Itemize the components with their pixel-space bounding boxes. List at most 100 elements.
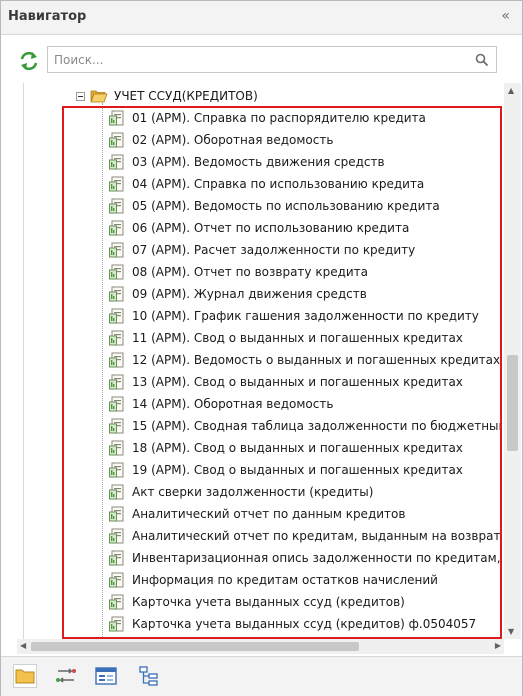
- tree-items: 01 (АРМ). Справка по распорядителю креди…: [108, 107, 502, 635]
- tree-item-label: Информация по кредитам остатков начислен…: [132, 573, 438, 587]
- report-icon: [108, 131, 126, 149]
- tree-item[interactable]: 08 (АРМ). Отчет по возврату кредита: [108, 261, 502, 283]
- tree-item-label: Акт сверки задолженности (кредиты): [132, 485, 374, 499]
- tree-guide-line: [102, 103, 103, 639]
- tree-item-label: 06 (АРМ). Отчет по использованию кредита: [132, 221, 410, 235]
- vertical-scroll-thumb[interactable]: [507, 355, 518, 451]
- report-icon: [108, 417, 126, 435]
- tree-item[interactable]: Инвентаризационная опись задолженности п…: [108, 547, 502, 569]
- tree-item[interactable]: 06 (АРМ). Отчет по использованию кредита: [108, 217, 502, 239]
- report-icon: [108, 593, 126, 611]
- panel-title: Навигатор: [8, 9, 87, 24]
- tree-item-label: 11 (АРМ). Свод о выданных и погашенных к…: [132, 331, 463, 345]
- tree-item-label: 13 (АРМ). Свод о выданных и погашенных к…: [132, 375, 463, 389]
- search-input[interactable]: [54, 51, 464, 69]
- tree-item-label: Карточка учета выданных ссуд (кредитов) …: [132, 617, 477, 631]
- tree-item-label: 14 (АРМ). Оборотная ведомость: [132, 397, 334, 411]
- report-icon: [108, 263, 126, 281]
- report-icon: [108, 307, 126, 325]
- navigator-tree: УЧЕТ ССУД(КРЕДИТОВ) 01 (АРМ). Справка по…: [23, 83, 502, 639]
- tree-item[interactable]: 19 (АРМ). Свод о выданных и погашенных к…: [108, 459, 502, 481]
- tree-node-root[interactable]: УЧЕТ ССУД(КРЕДИТОВ): [76, 87, 258, 105]
- report-icon: [108, 439, 126, 457]
- report-icon: [108, 373, 126, 391]
- report-icon: [108, 461, 126, 479]
- tree-item-label: Аналитический отчет по данным кредитов: [132, 507, 406, 521]
- form-icon: [95, 667, 117, 685]
- tree-item[interactable]: 03 (АРМ). Ведомость движения средств: [108, 151, 502, 173]
- tree-item[interactable]: 14 (АРМ). Оборотная ведомость: [108, 393, 502, 415]
- tree-item-label: 01 (АРМ). Справка по распорядителю креди…: [132, 111, 426, 125]
- tree-item-label: 05 (АРМ). Ведомость по использованию кре…: [132, 199, 440, 213]
- report-icon: [108, 219, 126, 237]
- navigator-panel: Навигатор « УЧЕТ ССУД(КРЕДИТОВ) 01 (АРМ)…: [0, 0, 523, 696]
- report-icon: [108, 153, 126, 171]
- tree-item-label: 04 (АРМ). Справка по использованию креди…: [132, 177, 425, 191]
- tree-item[interactable]: 07 (АРМ). Расчет задолженности по кредит…: [108, 239, 502, 261]
- report-icon: [108, 505, 126, 523]
- titlebar: Навигатор «: [1, 1, 522, 35]
- tree-item-label: 03 (АРМ). Ведомость движения средств: [132, 155, 385, 169]
- collapse-panel-icon[interactable]: «: [501, 8, 510, 24]
- tree-item[interactable]: Информация по кредитам остатков начислен…: [108, 569, 502, 591]
- horizontal-scrollbar[interactable]: ◀ ▶: [17, 639, 504, 654]
- tree-tool-button[interactable]: [137, 664, 161, 688]
- tree-item[interactable]: Карточка учета выданных ссуд (кредитов) …: [108, 613, 502, 635]
- report-icon: [108, 109, 126, 127]
- collapse-node-icon[interactable]: [76, 91, 85, 101]
- refresh-icon[interactable]: [18, 50, 40, 72]
- folder-icon: [15, 669, 35, 684]
- workflow-icon: [56, 668, 76, 683]
- tree-item[interactable]: 11 (АРМ). Свод о выданных и погашенных к…: [108, 327, 502, 349]
- tree-item-label: 02 (АРМ). Оборотная ведомость: [132, 133, 334, 147]
- tree-item[interactable]: 02 (АРМ). Оборотная ведомость: [108, 129, 502, 151]
- scroll-left-icon[interactable]: ◀: [20, 641, 26, 650]
- search-icon[interactable]: [475, 53, 489, 67]
- tree-item[interactable]: 13 (АРМ). Свод о выданных и погашенных к…: [108, 371, 502, 393]
- tree-item-label: 19 (АРМ). Свод о выданных и погашенных к…: [132, 463, 463, 477]
- tree-item[interactable]: Аналитический отчет по кредитам, выданны…: [108, 525, 502, 547]
- tree-item[interactable]: 05 (АРМ). Ведомость по использованию кре…: [108, 195, 502, 217]
- tree-item[interactable]: 09 (АРМ). Журнал движения средств: [108, 283, 502, 305]
- folder-tool-button[interactable]: [13, 664, 37, 688]
- scroll-down-icon[interactable]: ▼: [508, 627, 514, 636]
- tree-item[interactable]: 18 (АРМ). Свод о выданных и погашенных к…: [108, 437, 502, 459]
- tree-item-label: 08 (АРМ). Отчет по возврату кредита: [132, 265, 369, 279]
- bottom-toolbar: [1, 656, 522, 696]
- tree-item[interactable]: Аналитический отчет по данным кредитов: [108, 503, 502, 525]
- workflow-tool-button[interactable]: [54, 664, 78, 688]
- scroll-up-icon[interactable]: ▲: [508, 86, 514, 95]
- tree-root-label: УЧЕТ ССУД(КРЕДИТОВ): [114, 89, 258, 103]
- tree-item[interactable]: 01 (АРМ). Справка по распорядителю креди…: [108, 107, 502, 129]
- report-icon: [108, 175, 126, 193]
- tree-item-label: Аналитический отчет по кредитам, выданны…: [132, 529, 502, 543]
- tree-item-label: Инвентаризационная опись задолженности п…: [132, 551, 502, 565]
- tree-item-label: 12 (АРМ). Ведомость о выданных и погашен…: [132, 353, 501, 367]
- scroll-right-icon[interactable]: ▶: [495, 641, 501, 650]
- tree-item[interactable]: 15 (АРМ). Сводная таблица задолженности …: [108, 415, 502, 437]
- report-icon: [108, 241, 126, 259]
- tree-item-label: 07 (АРМ). Расчет задолженности по кредит…: [132, 243, 416, 257]
- tree-item[interactable]: 04 (АРМ). Справка по использованию креди…: [108, 173, 502, 195]
- report-icon: [108, 197, 126, 215]
- tree-item[interactable]: Карточка учета выданных ссуд (кредитов): [108, 591, 502, 613]
- report-icon: [108, 395, 126, 413]
- report-icon: [108, 329, 126, 347]
- report-icon: [108, 615, 126, 633]
- tree-item[interactable]: Акт сверки задолженности (кредиты): [108, 481, 502, 503]
- tree-item[interactable]: 10 (АРМ). График гашения задолженности п…: [108, 305, 502, 327]
- tree-icon: [139, 666, 158, 686]
- tree-item-label: 15 (АРМ). Сводная таблица задолженности …: [132, 419, 502, 433]
- report-icon: [108, 483, 126, 501]
- tree-item[interactable]: 12 (АРМ). Ведомость о выданных и погашен…: [108, 349, 502, 371]
- search-box: [47, 46, 497, 73]
- report-icon: [108, 285, 126, 303]
- form-tool-button[interactable]: [94, 664, 118, 688]
- folder-open-icon: [90, 90, 108, 103]
- report-icon: [108, 549, 126, 567]
- tree-item-label: 18 (АРМ). Свод о выданных и погашенных к…: [132, 441, 463, 455]
- report-icon: [108, 571, 126, 589]
- horizontal-scroll-thumb[interactable]: [31, 642, 359, 651]
- vertical-scrollbar[interactable]: ▲ ▼: [504, 83, 521, 639]
- tree-item-label: Карточка учета выданных ссуд (кредитов): [132, 595, 405, 609]
